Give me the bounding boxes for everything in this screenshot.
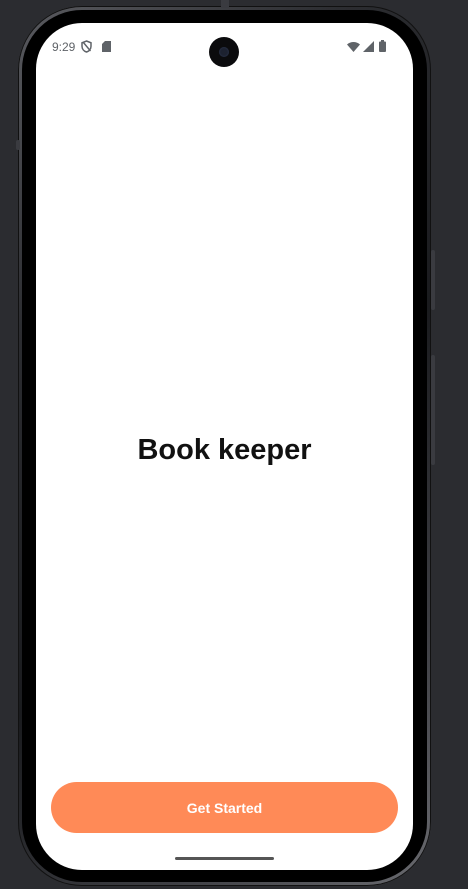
status-time: 9:29 <box>52 40 76 54</box>
emulator-backdrop: 9:29 Book keeper Get Started <box>0 0 468 889</box>
signal-icon <box>363 41 374 52</box>
shield-icon <box>81 40 92 53</box>
front-camera <box>209 37 239 67</box>
get-started-button[interactable]: Get Started <box>51 782 398 833</box>
left-side-button <box>16 140 20 150</box>
phone-screen: 9:29 Book keeper Get Started <box>36 23 413 870</box>
power-button <box>431 250 435 310</box>
battery-icon <box>379 40 386 52</box>
volume-button <box>431 355 435 465</box>
home-indicator[interactable] <box>175 857 274 860</box>
device-top-marker <box>221 0 229 8</box>
wifi-icon <box>347 42 360 52</box>
app-title: Book keeper <box>137 434 312 466</box>
sd-card-icon <box>102 41 111 52</box>
